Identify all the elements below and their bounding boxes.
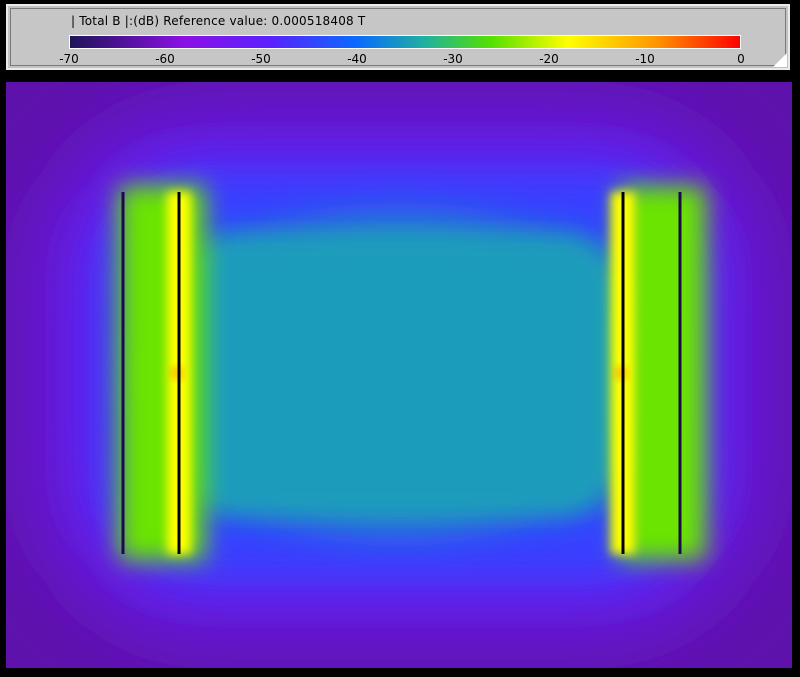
- field-center-region: [176, 232, 622, 517]
- colorbar-tick-label: -40: [347, 52, 367, 66]
- colorbar-tick-label: -70: [59, 52, 79, 66]
- colorbar-gradient: [69, 35, 741, 49]
- field-plot[interactable]: [6, 82, 792, 668]
- field-band-region: [119, 186, 205, 560]
- colorbar-tick-label: -30: [443, 52, 463, 66]
- legend-title: | Total B |:(dB) Reference value: 0.0005…: [71, 14, 366, 28]
- colorbar-tick-label: -10: [635, 52, 655, 66]
- colorbar-tick-label: -50: [251, 52, 271, 66]
- colorbar-tick-label: 0: [737, 52, 745, 66]
- colorbar-legend-panel[interactable]: | Total B |:(dB) Reference value: 0.0005…: [6, 4, 790, 70]
- colorbar-tick-label: -60: [155, 52, 175, 66]
- colorbar-tick-label: -20: [539, 52, 559, 66]
- resize-grip-icon[interactable]: [773, 53, 787, 67]
